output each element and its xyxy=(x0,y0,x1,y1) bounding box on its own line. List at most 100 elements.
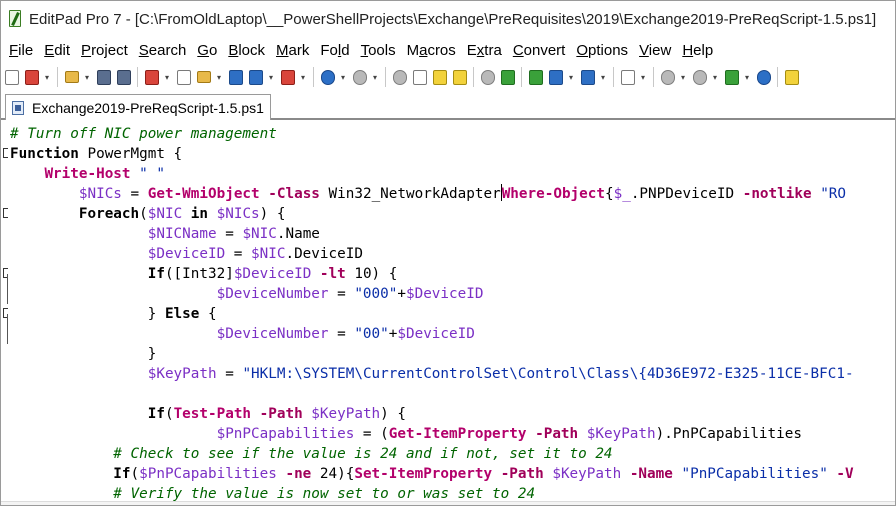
dropdown-arrow-icon[interactable]: ▾ xyxy=(679,68,687,86)
fold-marker-icon[interactable]: ⎵ xyxy=(3,148,8,158)
save-all-button[interactable] xyxy=(115,68,133,86)
menu-fold[interactable]: Fold xyxy=(316,42,356,59)
code-line[interactable]: $NICName = $NIC.Name xyxy=(10,224,320,244)
menu-extra[interactable]: Extra xyxy=(463,42,509,59)
code-line[interactable]: $PnPCapabilities = (Get-ItemProperty -Pa… xyxy=(10,424,802,444)
code-token-plain: .PNPDeviceID xyxy=(630,186,743,202)
code-token-cmd: Set-ItemProperty xyxy=(354,466,493,482)
dropdown-arrow-icon[interactable]: ▾ xyxy=(567,68,575,86)
code-line[interactable]: $DeviceID = $NIC.DeviceID xyxy=(10,244,363,264)
code-line[interactable]: # Turn off NIC power management xyxy=(10,124,277,144)
code-line[interactable]: } Else { xyxy=(10,304,217,324)
menu-project[interactable]: Project xyxy=(77,42,135,59)
tab-active-file[interactable]: Exchange2019-PreReqScript-1.5.ps1 xyxy=(5,94,271,120)
print-preview-button[interactable] xyxy=(247,68,265,86)
cut-button[interactable] xyxy=(391,68,409,86)
block-button[interactable] xyxy=(547,68,565,86)
code-line[interactable]: # Check to see if the value is 24 and if… xyxy=(10,444,612,464)
open-file-button[interactable] xyxy=(63,68,81,86)
dropdown-arrow-icon[interactable]: ▾ xyxy=(711,68,719,86)
back-button[interactable] xyxy=(659,68,677,86)
menu-search[interactable]: Search xyxy=(135,42,194,59)
code-token-kw: If xyxy=(113,466,131,482)
menu-go[interactable]: Go xyxy=(193,42,224,59)
code-token-op: -notlike xyxy=(742,186,812,202)
dropdown-arrow-icon[interactable]: ▾ xyxy=(267,68,275,86)
menu-edit[interactable]: Edit xyxy=(40,42,77,59)
indent-button[interactable] xyxy=(527,68,545,86)
window-title: EditPad Pro 7 - [C:\FromOldLaptop\__Powe… xyxy=(29,10,877,28)
code-line[interactable]: Foreach($NIC in $NICs) { xyxy=(10,204,286,224)
new-file-button[interactable] xyxy=(3,68,21,86)
code-line[interactable]: If($PnPCapabilities -ne 24){Set-ItemProp… xyxy=(10,464,853,484)
code-line[interactable]: $DeviceNumber = "000"+$DeviceID xyxy=(10,284,484,304)
menu-view[interactable]: View xyxy=(635,42,678,59)
code-line[interactable]: If(Test-Path -Path $KeyPath) { xyxy=(10,404,406,424)
menu-mark[interactable]: Mark xyxy=(272,42,316,59)
dropdown-arrow-icon[interactable]: ▾ xyxy=(339,68,347,86)
copy-button[interactable] xyxy=(411,68,429,86)
title-bar[interactable]: EditPad Pro 7 - [C:\FromOldLaptop\__Powe… xyxy=(1,1,895,37)
code-token-plain: } xyxy=(147,306,165,322)
code-line[interactable]: Function PowerMgmt { xyxy=(10,144,182,164)
menu-convert[interactable]: Convert xyxy=(509,42,573,59)
bookmark-button[interactable] xyxy=(723,68,741,86)
dropdown-arrow-icon[interactable]: ▾ xyxy=(371,68,379,86)
redo-button[interactable] xyxy=(351,68,369,86)
menu-tools[interactable]: Tools xyxy=(357,42,403,59)
code-token-kw: If xyxy=(147,406,165,422)
menu-block[interactable]: Block xyxy=(224,42,272,59)
dropdown-arrow-icon[interactable]: ▾ xyxy=(43,68,51,86)
code-line[interactable]: If([Int32]$DeviceID -lt 10) { xyxy=(10,264,398,284)
copy-files-button[interactable] xyxy=(175,68,193,86)
code-line[interactable]: } xyxy=(10,344,157,364)
search-icon xyxy=(481,69,495,85)
code-line[interactable]: $NICs = Get-WmiObject -Class Win32_Netwo… xyxy=(10,184,846,204)
code-token-var: $NICName xyxy=(147,226,217,242)
code-token-plain: .DeviceID xyxy=(285,246,363,262)
menu-bar: File Edit Project Search Go Block Mark Fold Tool… xyxy=(1,39,895,61)
dropdown-arrow-icon[interactable]: ▾ xyxy=(163,68,171,86)
replace-button[interactable] xyxy=(499,68,517,86)
code-line[interactable]: $DeviceNumber = "00"+$DeviceID xyxy=(10,324,475,344)
delete-button[interactable] xyxy=(279,68,297,86)
folder-button[interactable] xyxy=(195,68,213,86)
print-button[interactable] xyxy=(227,68,245,86)
dropdown-arrow-icon[interactable]: ▾ xyxy=(599,68,607,86)
menu-options[interactable]: Options xyxy=(572,42,635,59)
menu-file[interactable]: File xyxy=(5,42,40,59)
code-line[interactable]: Write-Host " " xyxy=(10,164,165,184)
menu-help[interactable]: Help xyxy=(678,42,720,59)
code-editor[interactable]: # Turn off NIC power management⎵Function… xyxy=(1,122,895,505)
clipboard-button[interactable] xyxy=(451,68,469,86)
code-token-plain: { xyxy=(199,306,217,322)
code-token-plain: 10) { xyxy=(345,266,398,282)
fold-marker-icon[interactable]: ⎵ xyxy=(3,208,8,218)
dropdown-arrow-icon[interactable]: ▾ xyxy=(743,68,751,86)
paste-button[interactable] xyxy=(431,68,449,86)
code-token-var: $NIC xyxy=(147,206,183,222)
forward-button[interactable] xyxy=(691,68,709,86)
menu-macros[interactable]: Macros xyxy=(403,42,463,59)
dropdown-arrow-icon[interactable]: ▾ xyxy=(215,68,223,86)
powershell-file-icon xyxy=(12,100,24,115)
search-button[interactable] xyxy=(479,68,497,86)
code-token-var: $KeyPath xyxy=(147,366,217,382)
save-button[interactable] xyxy=(95,68,113,86)
tools-button[interactable] xyxy=(783,68,801,86)
dropdown-arrow-icon[interactable]: ▾ xyxy=(639,68,647,86)
code-line[interactable]: $KeyPath = "HKLM:\SYSTEM\CurrentControlS… xyxy=(10,364,854,384)
dropdown-arrow-icon[interactable]: ▾ xyxy=(83,68,91,86)
open-project-button[interactable] xyxy=(143,68,161,86)
code-line[interactable]: # Verify the value is now set to or was … xyxy=(10,484,535,504)
code-token-plain: = xyxy=(216,366,243,382)
font-button[interactable] xyxy=(579,68,597,86)
run-button[interactable] xyxy=(755,68,773,86)
undo-button[interactable] xyxy=(319,68,337,86)
code-token-plain: + xyxy=(397,286,406,302)
dropdown-arrow-icon[interactable]: ▾ xyxy=(299,68,307,86)
close-file-button[interactable] xyxy=(23,68,41,86)
spellcheck-button[interactable] xyxy=(619,68,637,86)
print-preview-icon xyxy=(249,69,263,85)
